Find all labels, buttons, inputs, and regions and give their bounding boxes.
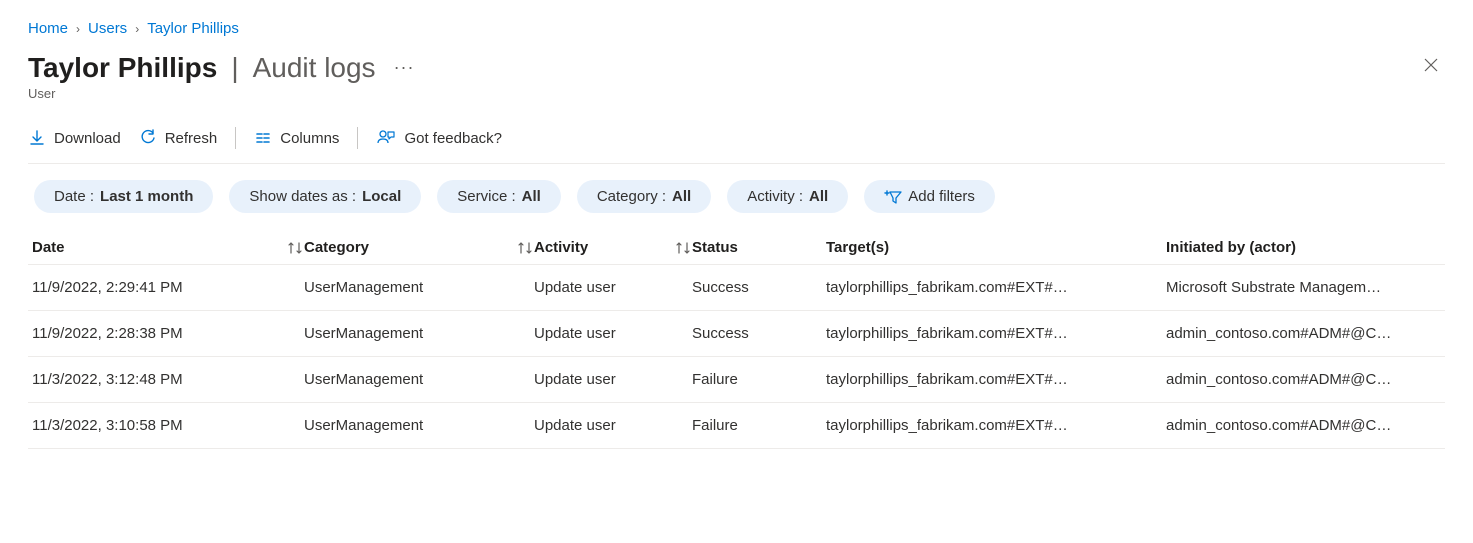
columns-label: Columns <box>280 130 339 147</box>
cell-targets: taylorphillips_fabrikam.com#EXT#… <box>826 417 1166 434</box>
breadcrumb-users[interactable]: Users <box>88 20 127 37</box>
cell-date: 11/9/2022, 2:28:38 PM <box>32 325 304 342</box>
toolbar: Download Refresh Columns Got feedback? <box>28 119 1445 164</box>
toolbar-separator <box>357 127 358 149</box>
download-icon <box>28 129 46 147</box>
table-row[interactable]: 11/3/2022, 3:12:48 PMUserManagementUpdat… <box>28 357 1445 403</box>
cell-date: 11/9/2022, 2:29:41 PM <box>32 279 304 296</box>
filter-show-dates-label: Show dates as : <box>249 188 356 205</box>
filter-category-label: Category : <box>597 188 666 205</box>
refresh-button[interactable]: Refresh <box>139 129 218 147</box>
cell-activity: Update user <box>534 325 692 342</box>
cell-actor: Microsoft Substrate Managem… <box>1166 279 1441 296</box>
cell-actor: admin_contoso.com#ADM#@C… <box>1166 417 1441 434</box>
filter-show-dates-value: Local <box>362 188 401 205</box>
column-header-status[interactable]: Status <box>692 239 826 256</box>
cell-category: UserManagement <box>304 371 534 388</box>
cell-date: 11/3/2022, 3:10:58 PM <box>32 417 304 434</box>
column-header-activity-label: Activity <box>534 239 588 256</box>
filter-service-value: All <box>522 188 541 205</box>
column-header-targets[interactable]: Target(s) <box>826 239 1166 256</box>
download-label: Download <box>54 130 121 147</box>
cell-targets: taylorphillips_fabrikam.com#EXT#… <box>826 279 1166 296</box>
filter-date-label: Date : <box>54 188 94 205</box>
column-header-actor-label: Initiated by (actor) <box>1166 239 1296 256</box>
filter-date-value: Last 1 month <box>100 188 193 205</box>
page-heading: Taylor Phillips | Audit logs ··· <box>28 51 1445 84</box>
cell-status: Success <box>692 325 826 342</box>
filter-activity[interactable]: Activity : All <box>727 180 848 213</box>
feedback-label: Got feedback? <box>404 130 502 147</box>
feedback-button[interactable]: Got feedback? <box>376 129 502 147</box>
columns-icon <box>254 129 272 147</box>
column-header-date-label: Date <box>32 239 65 256</box>
cell-category: UserManagement <box>304 417 534 434</box>
column-header-date[interactable]: Date <box>32 239 304 256</box>
column-header-activity[interactable]: Activity <box>534 239 692 256</box>
page-section: Audit logs <box>253 52 376 84</box>
cell-category: UserManagement <box>304 325 534 342</box>
cell-activity: Update user <box>534 279 692 296</box>
column-header-category[interactable]: Category <box>304 239 534 256</box>
cell-category: UserManagement <box>304 279 534 296</box>
cell-status: Failure <box>692 417 826 434</box>
cell-actor: admin_contoso.com#ADM#@C… <box>1166 371 1441 388</box>
filter-bar: Date : Last 1 month Show dates as : Loca… <box>28 180 1445 213</box>
breadcrumb-current[interactable]: Taylor Phillips <box>147 20 239 37</box>
close-icon <box>1423 57 1439 73</box>
filter-category-value: All <box>672 188 691 205</box>
column-header-status-label: Status <box>692 239 738 256</box>
filter-service[interactable]: Service : All <box>437 180 561 213</box>
title-divider: | <box>231 52 238 84</box>
table-row[interactable]: 11/3/2022, 3:10:58 PMUserManagementUpdat… <box>28 403 1445 449</box>
toolbar-separator <box>235 127 236 149</box>
cell-targets: taylorphillips_fabrikam.com#EXT#… <box>826 325 1166 342</box>
column-header-targets-label: Target(s) <box>826 239 889 256</box>
sort-icon <box>286 241 304 255</box>
more-actions-button[interactable]: ··· <box>388 53 421 82</box>
filter-date[interactable]: Date : Last 1 month <box>34 180 213 213</box>
breadcrumb-home[interactable]: Home <box>28 20 68 37</box>
cell-status: Failure <box>692 371 826 388</box>
column-header-actor[interactable]: Initiated by (actor) <box>1166 239 1441 256</box>
filter-service-label: Service : <box>457 188 515 205</box>
breadcrumb: Home › Users › Taylor Phillips <box>28 20 1445 37</box>
entity-type-label: User <box>28 86 1445 101</box>
filter-icon <box>884 189 902 205</box>
cell-activity: Update user <box>534 371 692 388</box>
table-header-row: Date Category Activity Status Target(s) … <box>28 231 1445 265</box>
chevron-right-icon: › <box>76 22 80 36</box>
refresh-icon <box>139 129 157 147</box>
filter-activity-value: All <box>809 188 828 205</box>
cell-activity: Update user <box>534 417 692 434</box>
sort-icon <box>516 241 534 255</box>
filter-show-dates[interactable]: Show dates as : Local <box>229 180 421 213</box>
page-title: Taylor Phillips <box>28 52 217 84</box>
cell-date: 11/3/2022, 3:12:48 PM <box>32 371 304 388</box>
feedback-icon <box>376 129 396 147</box>
refresh-label: Refresh <box>165 130 218 147</box>
columns-button[interactable]: Columns <box>254 129 339 147</box>
filter-category[interactable]: Category : All <box>577 180 711 213</box>
table-body: 11/9/2022, 2:29:41 PMUserManagementUpdat… <box>28 265 1445 449</box>
close-button[interactable] <box>1417 51 1445 84</box>
column-header-category-label: Category <box>304 239 369 256</box>
download-button[interactable]: Download <box>28 129 121 147</box>
sort-icon <box>674 241 692 255</box>
add-filters-label: Add filters <box>908 188 975 205</box>
table-row[interactable]: 11/9/2022, 2:29:41 PMUserManagementUpdat… <box>28 265 1445 311</box>
filter-activity-label: Activity : <box>747 188 803 205</box>
cell-actor: admin_contoso.com#ADM#@C… <box>1166 325 1441 342</box>
cell-status: Success <box>692 279 826 296</box>
table-row[interactable]: 11/9/2022, 2:28:38 PMUserManagementUpdat… <box>28 311 1445 357</box>
cell-targets: taylorphillips_fabrikam.com#EXT#… <box>826 371 1166 388</box>
chevron-right-icon: › <box>135 22 139 36</box>
add-filters-button[interactable]: Add filters <box>864 180 995 213</box>
